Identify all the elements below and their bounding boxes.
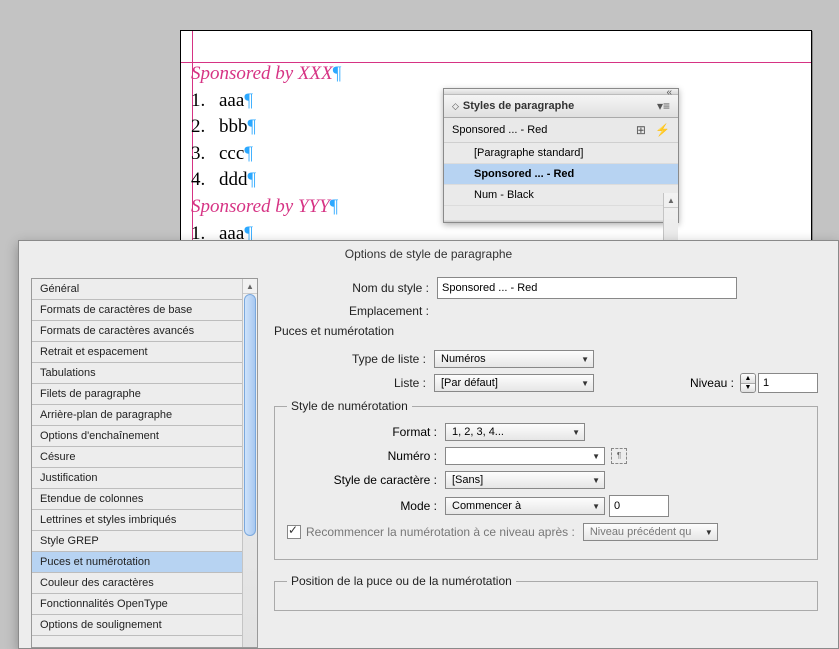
chevron-down-icon: ▼ [592,502,600,511]
cat-bullets[interactable]: Puces et numérotation [32,552,257,573]
cat-indent[interactable]: Retrait et espacement [32,342,257,363]
label-mode: Mode : [287,499,445,513]
scroll-thumb[interactable] [244,294,256,536]
label-char-style: Style de caractère : [287,473,445,487]
cat-bg[interactable]: Arrière-plan de paragraphe [32,405,257,426]
fieldset-legend-numbering: Style de numérotation [287,399,412,413]
panel-collapse-icon[interactable]: « [666,87,672,98]
numero-select[interactable]: ▼ [445,447,605,465]
new-style-icon[interactable]: ⊞ [636,123,646,137]
chevron-down-icon: ▼ [592,452,600,461]
paragraph-sponsored: Sponsored by XXX¶ [191,61,441,88]
cat-basic-char[interactable]: Formats de caractères de base [32,300,257,321]
step-down-icon[interactable]: ▼ [741,384,755,393]
quick-apply-icon[interactable]: ⚡ [655,123,670,137]
category-scrollbar[interactable]: ▲ [242,279,257,647]
chevron-down-icon: ▼ [581,355,589,364]
cat-underline[interactable]: Options de soulignement [32,615,257,636]
label-numero: Numéro : [287,449,445,463]
restart-checkbox[interactable] [287,525,301,539]
liste-select[interactable]: [Par défaut]▼ [434,374,594,392]
cat-opentype[interactable]: Fonctionnalités OpenType [32,594,257,615]
position-fieldset: Position de la puce ou de la numérotatio… [274,574,818,611]
cat-dropcaps[interactable]: Lettrines et styles imbriqués [32,510,257,531]
chevron-down-icon: ▼ [581,379,589,388]
niveau-input[interactable] [758,373,818,393]
cat-keep[interactable]: Options d'enchaînement [32,426,257,447]
dialog-title: Options de style de paragraphe [19,241,838,271]
type-liste-select[interactable]: Numéros▼ [434,350,594,368]
format-select[interactable]: 1, 2, 3, 4...▼ [445,423,585,441]
expand-icon[interactable]: ◇ [452,101,459,111]
chevron-down-icon: ▼ [572,428,580,437]
step-up-icon[interactable]: ▲ [741,374,755,384]
pilcrow-icon: ¶ [333,63,342,84]
form-area: Nom du style : Emplacement : Puces et nu… [258,273,838,648]
cat-general[interactable]: Général [32,279,257,300]
insert-special-char-icon[interactable]: ¶ [611,448,627,464]
panel-menu-icon[interactable]: ▾≡ [657,99,670,113]
paragraph-style-options-dialog: Options de style de paragraphe Général F… [18,240,839,649]
style-item-num-black[interactable]: Num - Black [444,185,678,206]
style-item-paragraphe-standard[interactable]: [Paragraphe standard] [444,143,678,164]
chevron-down-icon: ▼ [705,528,713,537]
niveau-stepper[interactable]: ▲ ▼ [740,373,818,393]
label-liste: Liste : [274,376,434,390]
cat-tabs[interactable]: Tabulations [32,363,257,384]
numbering-style-fieldset: Style de numérotation Format : 1, 2, 3, … [274,399,818,560]
style-name-input[interactable] [437,277,737,299]
fieldset-legend-position: Position de la puce ou de la numérotatio… [287,574,516,588]
current-style-name: Sponsored ... - Red [452,124,547,136]
scroll-up-icon[interactable]: ▲ [664,193,678,208]
cat-rules[interactable]: Filets de paragraphe [32,384,257,405]
panel-tab[interactable]: ◇ Styles de paragraphe ▾≡ [444,95,678,118]
list-item: 4.ddd¶ [191,167,441,194]
panel-current-style-row: Sponsored ... - Red ⊞ ⚡ [444,118,678,143]
cat-span[interactable]: Etendue de colonnes [32,489,257,510]
cat-adv-char[interactable]: Formats de caractères avancés [32,321,257,342]
cat-grep[interactable]: Style GREP [32,531,257,552]
panel-grip[interactable]: « [444,89,678,95]
chevron-down-icon: ▼ [592,476,600,485]
scroll-up-icon[interactable]: ▲ [243,279,257,294]
label-type-liste: Type de liste : [274,352,434,366]
category-list: Général Formats de caractères de base Fo… [31,278,258,648]
list-item: 1.aaa¶ [191,88,441,115]
paragraph-sponsored: Sponsored by YYY¶ [191,194,441,221]
cat-char-color[interactable]: Couleur des caractères [32,573,257,594]
section-title: Puces et numérotation [274,324,818,338]
cat-hyphen[interactable]: Césure [32,447,257,468]
text-frame[interactable]: Sponsored by XXX¶ 1.aaa¶ 2.bbb¶ 3.ccc¶ 4… [191,61,441,247]
panel-title: Styles de paragraphe [463,100,574,112]
list-item: 3.ccc¶ [191,141,441,168]
style-list: [Paragraphe standard] Sponsored ... - Re… [444,143,678,222]
mode-select[interactable]: Commencer à▼ [445,497,605,515]
restart-after-select[interactable]: Niveau précédent qu▼ [583,523,718,541]
label-restart: Recommencer la numérotation à ce niveau … [306,525,575,539]
label-niveau: Niveau : [690,376,734,390]
label-style-name: Nom du style : [274,281,437,295]
pilcrow-icon: ¶ [330,196,339,217]
label-format: Format : [287,425,445,439]
char-style-select[interactable]: [Sans]▼ [445,471,605,489]
paragraph-styles-panel[interactable]: « ◇ Styles de paragraphe ▾≡ Sponsored ...… [443,88,679,223]
list-item: 2.bbb¶ [191,114,441,141]
mode-value-input[interactable] [609,495,669,517]
style-item-sponsored-red[interactable]: Sponsored ... - Red [444,164,678,185]
label-emplacement: Emplacement : [274,304,437,318]
cat-justif[interactable]: Justification [32,468,257,489]
